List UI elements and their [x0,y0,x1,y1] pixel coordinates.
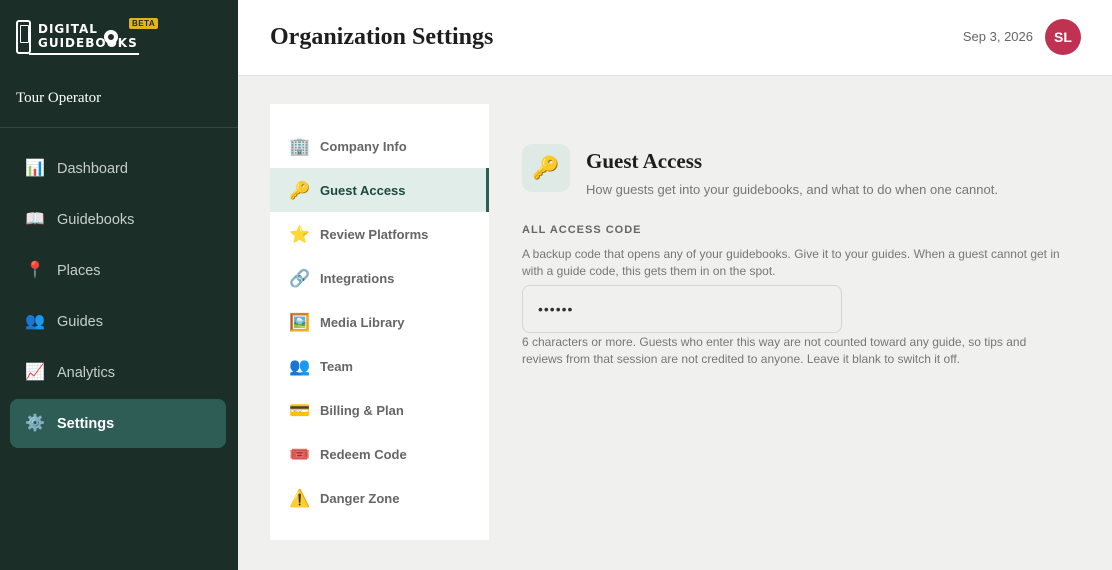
settings-menu-label: Team [320,358,353,374]
all-access-code-input[interactable] [522,285,842,333]
logo[interactable]: DIGITAL GUIDEBOOKS BETA [16,18,166,60]
sidebar-divider [0,127,238,128]
avatar[interactable]: SL [1045,19,1081,55]
settings-menu-label: Company Info [320,138,407,154]
beta-badge: BETA [129,18,159,29]
book-icon: 📖 [25,210,45,228]
logo-text: DIGITAL GUIDEBOOKS [38,22,138,50]
organization-name: Tour Operator [16,90,102,106]
star-icon: ⭐ [289,224,311,244]
settings-menu-label: Integrations [320,270,395,286]
sidebar-item-label: Settings [57,415,115,432]
settings-menu-item-integrations[interactable]: 🔗 Integrations [270,256,489,300]
sidebar-item-analytics[interactable]: 📈 Analytics [10,348,226,397]
settings-menu-item-danger-zone[interactable]: ⚠️ Danger Zone [270,476,489,520]
section-subtitle: How guests get into your guidebooks, and… [586,182,998,197]
settings-menu-label: Media Library [320,314,405,330]
all-access-code-description: A backup code that opens any of your gui… [522,247,1060,278]
page-title: Organization Settings [270,24,494,50]
sidebar-item-label: Dashboard [57,160,128,177]
settings-menu: 🏢 Company Info 🔑 Guest Access ⭐ Review Platfo… [270,104,489,540]
phone-icon [16,20,31,54]
sidebar-item-guidebooks[interactable]: 📖 Guidebooks [10,195,226,244]
sidebar-item-places[interactable]: 📍 Places [10,246,226,295]
settings-menu-item-team[interactable]: 👥 Team [270,344,489,388]
settings-menu-item-review-platforms[interactable]: ⭐ Review Platforms [270,212,489,256]
sidebar-item-dashboard[interactable]: 📊 Dashboard [10,144,226,193]
ticket-icon: 🎟️ [289,444,311,464]
pin-icon: 📍 [25,261,45,279]
building-icon: 🏢 [289,136,311,156]
warning-icon: ⚠️ [289,488,311,508]
people-icon: 👥 [25,312,45,330]
section-title: Guest Access [586,149,703,173]
settings-menu-item-billing-plan[interactable]: 💳 Billing & Plan [270,388,489,432]
sidebar-item-label: Guides [57,313,103,330]
settings-menu-label: Guest Access [320,182,406,198]
settings-menu-label: Danger Zone [320,490,400,506]
sidebar-item-label: Places [57,262,101,279]
settings-menu-item-guest-access[interactable]: 🔑 Guest Access [270,168,489,212]
sidebar-item-label: Analytics [57,364,116,381]
settings-menu-label: Billing & Plan [320,402,404,418]
settings-menu-label: Redeem Code [320,446,407,462]
sidebar-item-settings[interactable]: ⚙️ Settings [10,399,226,448]
bar-chart-icon: 📊 [25,159,45,177]
gear-icon: ⚙️ [25,414,45,432]
all-access-code-label: ALL ACCESS CODE [522,224,642,236]
sidebar-item-guides[interactable]: 👥 Guides [10,297,226,346]
team-icon: 👥 [289,356,311,376]
sidebar: DIGITAL GUIDEBOOKS BETA Tour Operator 📊 D… [0,0,238,570]
all-access-code-hint: 6 characters or more. Guests who enter t… [522,335,1027,366]
settings-menu-item-redeem-code[interactable]: 🎟️ Redeem Code [270,432,489,476]
key-icon: 🔑 [522,144,570,192]
settings-menu-label: Review Platforms [320,226,429,242]
header: Organization Settings Sep 3, 2026 SL [238,0,1112,76]
trend-chart-icon: 📈 [25,363,45,381]
key-icon: 🔑 [289,180,311,200]
link-icon: 🔗 [289,268,311,288]
current-date: Sep 3, 2026 [962,29,1033,44]
settings-menu-item-media-library[interactable]: 🖼️ Media Library [270,300,489,344]
sidebar-item-label: Guidebooks [57,211,135,228]
main-nav: 📊 Dashboard 📖 Guidebooks 📍 Places 👥 Guides 📈 Anal… [10,144,226,450]
credit-card-icon: 💳 [289,400,311,420]
settings-menu-item-company-info[interactable]: 🏢 Company Info [270,124,489,168]
image-icon: 🖼️ [289,312,311,332]
